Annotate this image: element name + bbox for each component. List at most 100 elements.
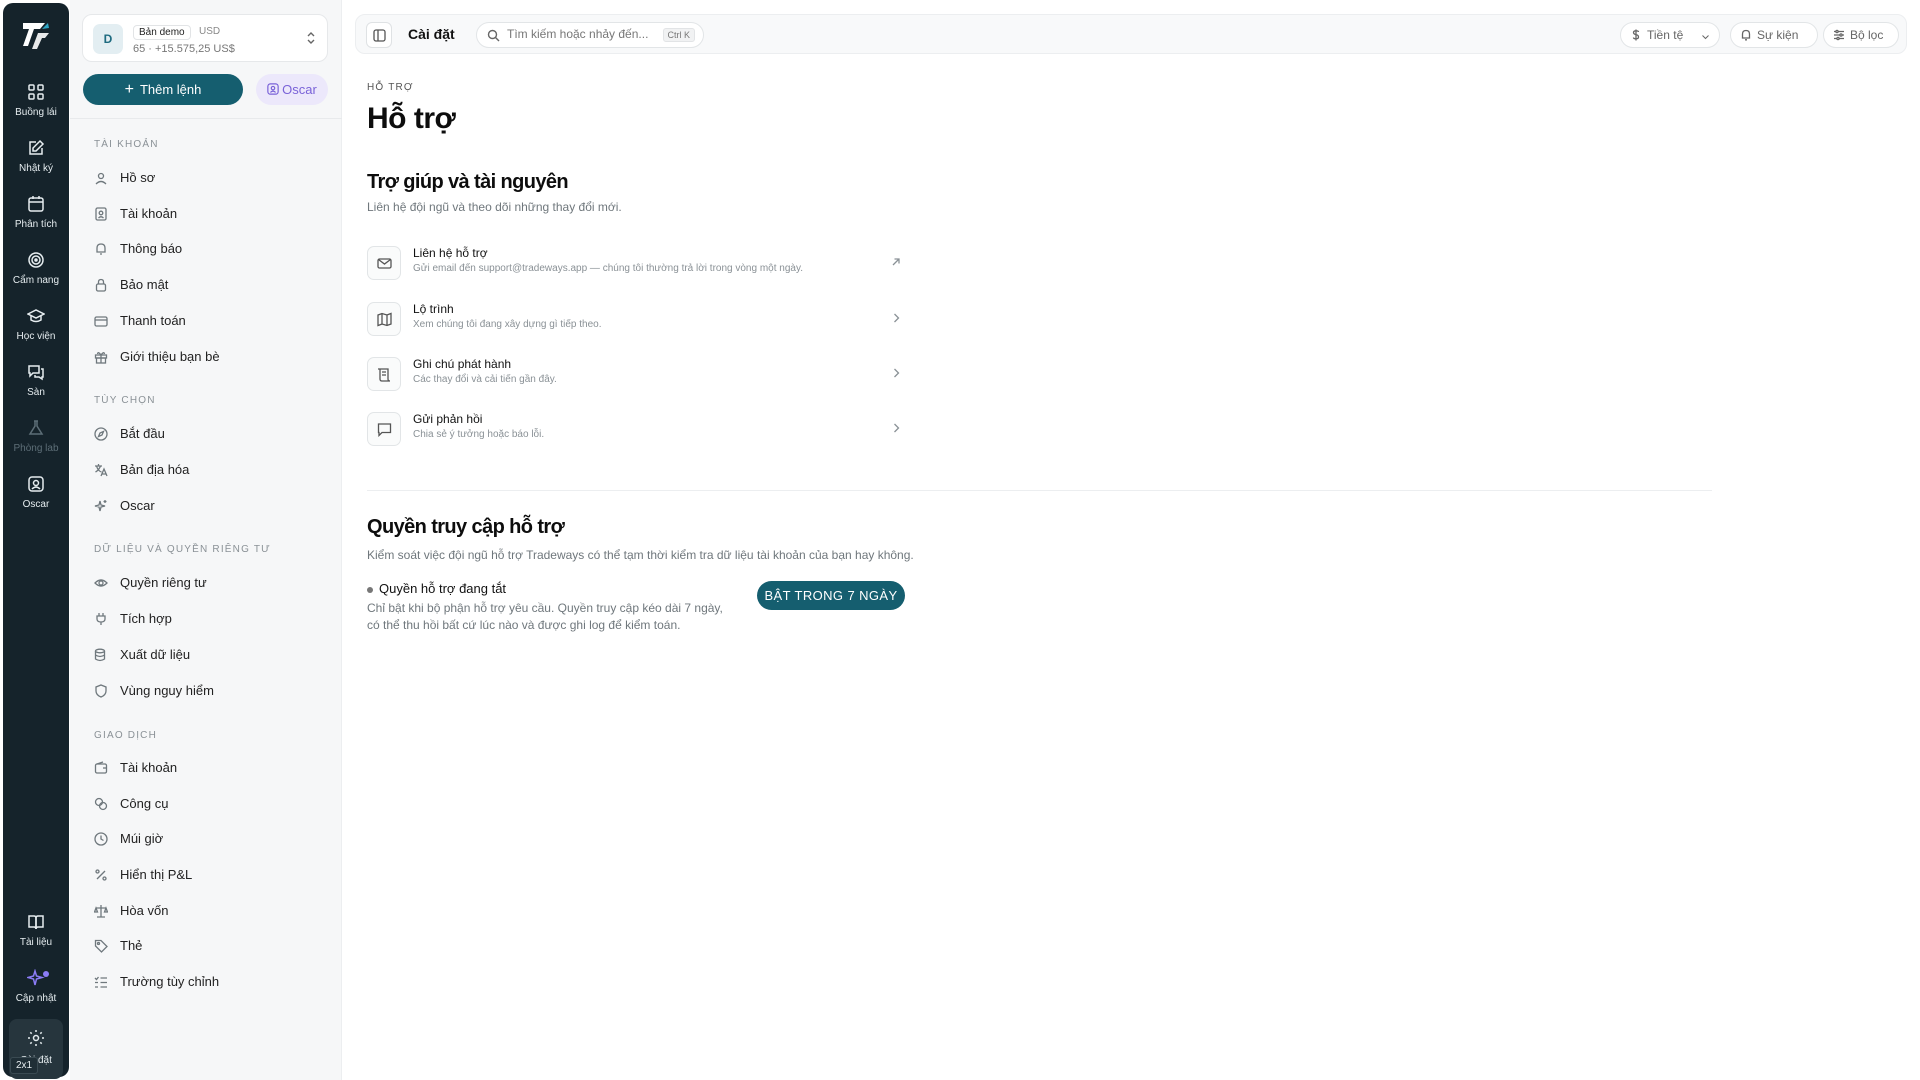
- nav-item-getting-started[interactable]: Bắt đầu: [94, 420, 324, 448]
- gear-icon: [28, 1030, 44, 1046]
- rail-lab[interactable]: Phòng lab: [3, 419, 69, 471]
- rail-label: Tài liệu: [19, 937, 53, 948]
- rail-analytics[interactable]: Phân tích: [3, 195, 69, 247]
- rail-label: Phân tích: [14, 219, 58, 230]
- rail-playbook[interactable]: Cẩm nang: [3, 251, 69, 303]
- nav-item-danger-zone[interactable]: Vùng nguy hiểm: [94, 677, 324, 705]
- chevron-right-icon: [894, 368, 900, 378]
- list-check-icon: [94, 976, 107, 988]
- filter-button[interactable]: Bộ lọc: [1823, 22, 1899, 48]
- rail-label: Học viện: [16, 331, 56, 342]
- nav-label: Thẻ: [120, 938, 143, 953]
- rail-academy[interactable]: Học viện: [3, 307, 69, 359]
- app-rail: Buồng lái Nhật ký Phân tích Cẩm nang Học…: [3, 3, 69, 1079]
- section-heading-preferences: Tùy chọn: [94, 395, 156, 406]
- nav-item-custom-fields[interactable]: Trường tùy chỉnh: [94, 968, 324, 996]
- section-heading-data-privacy: Dữ liệu và quyền riêng tư: [94, 544, 271, 555]
- enable-support-access-button[interactable]: BẬT TRONG 7 NGÀY: [757, 581, 905, 610]
- book-icon: [28, 915, 44, 930]
- scroll-icon: [378, 368, 391, 382]
- sidebar-toggle-button[interactable]: [366, 22, 392, 48]
- database-export-icon: [94, 648, 106, 662]
- nav-item-breakeven[interactable]: Hòa vốn: [94, 897, 324, 925]
- nav-item-notifications[interactable]: Thông báo: [94, 235, 324, 263]
- resources-heading: Trợ giúp và tài nguyên: [367, 171, 569, 193]
- bell-icon: [96, 243, 106, 255]
- nav-item-timezone[interactable]: Múi giờ: [94, 825, 324, 853]
- resource-contact-support[interactable]: Liên hệ hỗ trợ Gửi email đến support@tra…: [367, 240, 907, 284]
- add-order-button[interactable]: + Thêm lệnh: [83, 74, 243, 105]
- nav-label: Múi giờ: [120, 831, 164, 846]
- events-label: Sự kiện: [1757, 28, 1799, 42]
- oscar-button[interactable]: Oscar: [256, 74, 328, 105]
- search-input[interactable]: [507, 27, 657, 41]
- plus-icon: +: [124, 81, 134, 98]
- account-summary: 65 · +15.575,25 US$: [133, 43, 235, 55]
- nav-item-account[interactable]: Tài khoản: [94, 200, 324, 228]
- nav-item-profile[interactable]: Hồ sơ: [94, 164, 324, 192]
- add-order-label: Thêm lệnh: [139, 82, 202, 97]
- chat-icon: [28, 365, 44, 381]
- oscar-icon: [28, 476, 44, 492]
- currency-dropdown[interactable]: Tiền tệ: [1620, 22, 1720, 48]
- nav-label: Hồ sơ: [120, 170, 156, 185]
- top-bar: Cài đặt Ctrl K Tiền tệ Sự kiện Bộ lọc: [355, 14, 1907, 54]
- rail-journal[interactable]: Nhật ký: [3, 139, 69, 191]
- dashboard-icon: [28, 84, 44, 100]
- divider: [70, 118, 342, 119]
- nav-label: Vùng nguy hiểm: [120, 683, 214, 698]
- currency-label: Tiền tệ: [1647, 28, 1684, 42]
- notification-dot: [43, 971, 49, 977]
- search-box[interactable]: Ctrl K: [476, 22, 704, 48]
- compass-icon: [94, 427, 108, 441]
- rail-label: Cập nhật: [15, 993, 57, 1004]
- rail-docs[interactable]: Tài liệu: [3, 913, 69, 965]
- resource-icon-box: [367, 302, 401, 336]
- resource-icon-box: [367, 246, 401, 280]
- nav-item-privacy[interactable]: Quyền riêng tư: [94, 569, 324, 597]
- support-access-status: Quyền hỗ trợ đang tắt: [367, 581, 506, 596]
- resource-release-notes[interactable]: Ghi chú phát hành Các thay đổi và cải ti…: [367, 351, 907, 395]
- resource-roadmap[interactable]: Lộ trình Xem chúng tôi đang xây dựng gì …: [367, 296, 907, 340]
- rail-floor[interactable]: Sàn: [3, 363, 69, 415]
- map-icon: [377, 312, 392, 327]
- calendar-icon: [28, 196, 44, 212]
- section-heading-account: Tài khoản: [94, 139, 159, 150]
- nav-item-tags[interactable]: Thẻ: [94, 932, 324, 960]
- nav-item-trading-accounts[interactable]: Tài khoản: [94, 754, 324, 782]
- dollar-icon: [1632, 29, 1640, 41]
- app-logo-icon[interactable]: [20, 19, 52, 51]
- support-access-note: Chỉ bật khi bộ phận hỗ trợ yêu cầu. Quyề…: [367, 601, 723, 632]
- rail-updates[interactable]: Cập nhật: [3, 969, 69, 1021]
- nav-label: Thông báo: [120, 241, 183, 256]
- nav-label: Bản địa hóa: [120, 462, 190, 477]
- rail-oscar[interactable]: Oscar: [3, 475, 69, 527]
- nav-label: Tích hợp: [120, 611, 172, 626]
- resource-send-feedback[interactable]: Gửi phản hồi Chia sẻ ý tưởng hoặc báo lỗ…: [367, 406, 907, 450]
- nav-label: Giới thiệu bạn bè: [120, 349, 220, 364]
- nav-item-instruments[interactable]: Công cụ: [94, 790, 324, 818]
- nav-item-pnl-display[interactable]: Hiển thị P&L: [94, 861, 324, 889]
- nav-item-oscar[interactable]: Oscar: [94, 492, 324, 520]
- resource-icon-box: [367, 412, 401, 446]
- nav-item-billing[interactable]: Thanh toán: [94, 307, 324, 335]
- filter-icon: [1834, 29, 1844, 41]
- nav-label: Trường tùy chỉnh: [120, 974, 220, 989]
- nav-item-integrations[interactable]: Tích hợp: [94, 605, 324, 633]
- id-card-icon: [95, 207, 107, 221]
- graduation-cap-icon: [27, 309, 45, 323]
- nav-item-referral[interactable]: Giới thiệu bạn bè: [94, 343, 324, 371]
- resource-subtitle: Chia sẻ ý tưởng hoặc báo lỗi.: [413, 429, 545, 440]
- section-divider: [367, 490, 1712, 491]
- message-icon: [377, 423, 392, 437]
- nav-item-localization[interactable]: Bản địa hóa: [94, 456, 324, 484]
- rail-dashboard[interactable]: Buồng lái: [3, 83, 69, 135]
- nav-label: Tài khoản: [120, 206, 178, 221]
- nav-item-security[interactable]: Bảo mật: [94, 271, 324, 299]
- events-button[interactable]: Sự kiện: [1730, 22, 1818, 48]
- avatar: D: [93, 24, 123, 54]
- nav-item-export-data[interactable]: Xuất dữ liệu: [94, 641, 324, 669]
- account-switcher[interactable]: D Bản demo USD 65 · +15.575,25 US$: [82, 14, 328, 62]
- chevron-down-icon: [1702, 35, 1709, 40]
- shield-icon: [95, 684, 107, 698]
